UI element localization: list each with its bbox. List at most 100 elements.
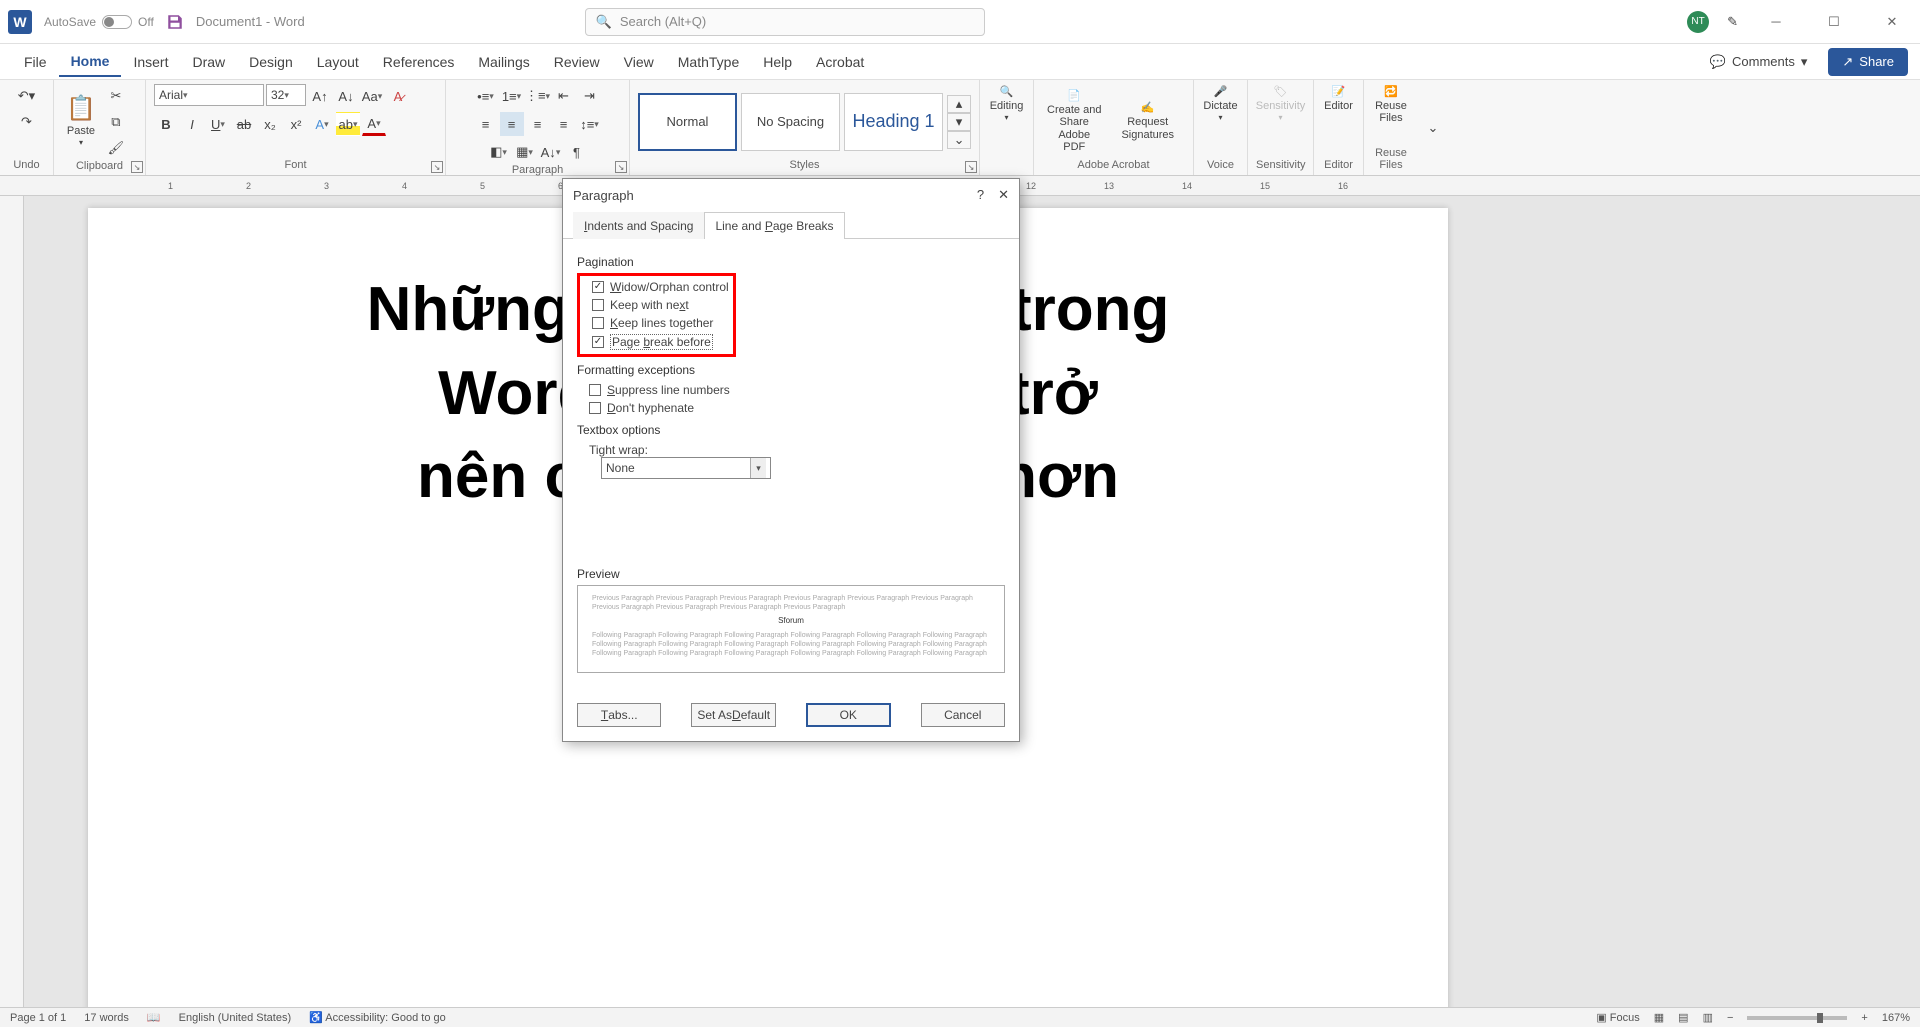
increase-indent-button[interactable]: ⇥ <box>578 84 602 108</box>
share-button[interactable]: ↗ Share <box>1828 48 1908 76</box>
redo-button[interactable]: ↷ <box>15 110 39 134</box>
focus-mode-button[interactable]: ▣ Focus <box>1596 1011 1639 1024</box>
font-launcher[interactable]: ↘ <box>431 161 443 173</box>
tab-mathtype[interactable]: MathType <box>666 48 751 76</box>
copy-button[interactable]: ⧉ <box>104 110 128 134</box>
tab-file[interactable]: File <box>12 48 59 76</box>
tab-mailings[interactable]: Mailings <box>466 48 541 76</box>
dont-hyphenate-checkbox[interactable]: Don't hyphenate <box>577 399 1005 417</box>
subscript-button[interactable]: x₂ <box>258 112 282 136</box>
set-default-button[interactable]: Set As Default <box>691 703 775 727</box>
autosave-toggle[interactable]: AutoSave Off <box>44 15 154 29</box>
tab-home[interactable]: Home <box>59 47 122 77</box>
tab-view[interactable]: View <box>612 48 666 76</box>
style-heading1[interactable]: Heading 1 <box>844 93 943 151</box>
zoom-level[interactable]: 167% <box>1882 1012 1910 1024</box>
toggle-off-icon[interactable] <box>102 15 132 29</box>
dictate-button[interactable]: 🎤 Dictate ▾ <box>1202 84 1239 125</box>
reuse-files-button[interactable]: 🔁 Reuse Files <box>1372 84 1410 126</box>
highlight-button[interactable]: ab <box>336 112 360 136</box>
bold-button[interactable]: B <box>154 112 178 136</box>
grow-font-button[interactable]: A↑ <box>308 84 332 108</box>
styles-scroll-down[interactable]: ▾ <box>947 113 971 131</box>
ribbon-collapse-icon[interactable]: ⌄ <box>1428 120 1439 136</box>
close-button[interactable]: ✕ <box>1872 7 1912 37</box>
style-normal[interactable]: Normal <box>638 93 737 151</box>
text-effects-button[interactable]: A <box>310 112 334 136</box>
tab-indents-spacing[interactable]: Indents and Spacing <box>573 212 704 239</box>
keep-lines-together-checkbox[interactable]: Keep lines together <box>580 314 729 332</box>
search-input[interactable]: 🔍 Search (Alt+Q) <box>585 8 985 36</box>
undo-button[interactable]: ↶▾ <box>15 84 39 108</box>
widow-orphan-checkbox[interactable]: Widow/Orphan control <box>580 278 729 296</box>
keep-with-next-checkbox[interactable]: Keep with next <box>580 296 729 314</box>
checkbox-icon[interactable] <box>589 402 601 414</box>
change-case-button[interactable]: Aa <box>360 84 384 108</box>
page-indicator[interactable]: Page 1 of 1 <box>10 1012 66 1024</box>
tab-line-page-breaks[interactable]: Line and Page Breaks <box>704 212 844 239</box>
paste-button[interactable]: 📋 Paste ▾ <box>62 94 100 149</box>
vertical-ruler[interactable] <box>0 196 24 1007</box>
tab-layout[interactable]: Layout <box>305 48 371 76</box>
shrink-font-button[interactable]: A↓ <box>334 84 358 108</box>
styles-launcher[interactable]: ↘ <box>965 161 977 173</box>
cancel-button[interactable]: Cancel <box>921 703 1005 727</box>
decrease-indent-button[interactable]: ⇤ <box>552 84 576 108</box>
ok-button[interactable]: OK <box>806 703 891 727</box>
editor-button[interactable]: 📝 Editor <box>1322 84 1355 114</box>
maximize-button[interactable]: ☐ <box>1814 7 1854 37</box>
tight-wrap-combo[interactable]: None ▾ <box>601 457 771 479</box>
show-marks-button[interactable]: ¶ <box>565 140 589 164</box>
zoom-out-button[interactable]: − <box>1727 1012 1733 1024</box>
strike-button[interactable]: ab <box>232 112 256 136</box>
multilevel-button[interactable]: ⋮≡ <box>526 84 550 108</box>
line-spacing-button[interactable]: ↕≡ <box>578 112 602 136</box>
style-nospacing[interactable]: No Spacing <box>741 93 840 151</box>
language-indicator[interactable]: English (United States) <box>179 1012 292 1024</box>
user-avatar[interactable]: NT <box>1687 11 1709 33</box>
accessibility-indicator[interactable]: ♿ Accessibility: Good to go <box>309 1011 446 1024</box>
italic-button[interactable]: I <box>180 112 204 136</box>
editing-button[interactable]: 🔍 Editing ▾ <box>988 84 1025 125</box>
comments-button[interactable]: 💬 Comments ▾ <box>1699 49 1819 75</box>
checkbox-icon[interactable] <box>592 299 604 311</box>
create-share-pdf-button[interactable]: 📄 Create and Share Adobe PDF <box>1042 88 1106 154</box>
zoom-slider[interactable] <box>1747 1016 1847 1020</box>
font-name-combo[interactable]: Arial <box>154 84 264 106</box>
tab-review[interactable]: Review <box>542 48 612 76</box>
request-signatures-button[interactable]: ✍ Request Signatures <box>1110 100 1185 142</box>
view-print-layout-button[interactable]: ▦ <box>1654 1011 1664 1024</box>
clipboard-launcher[interactable]: ↘ <box>131 161 143 173</box>
tabs-button[interactable]: Tabs... <box>577 703 661 727</box>
bullets-button[interactable]: •≡ <box>474 84 498 108</box>
font-color-button[interactable]: A <box>362 112 386 136</box>
view-read-mode-button[interactable]: ▤ <box>1678 1011 1688 1024</box>
cut-button[interactable]: ✂ <box>104 84 128 108</box>
dialog-titlebar[interactable]: Paragraph ? ✕ <box>563 179 1019 211</box>
sort-button[interactable]: A↓ <box>539 140 563 164</box>
minimize-button[interactable]: ─ <box>1756 7 1796 37</box>
tab-acrobat[interactable]: Acrobat <box>804 48 876 76</box>
tab-draw[interactable]: Draw <box>180 48 237 76</box>
dialog-close-button[interactable]: ✕ <box>998 187 1009 203</box>
checkbox-checked-icon[interactable] <box>592 336 604 348</box>
font-size-combo[interactable]: 32 <box>266 84 306 106</box>
justify-button[interactable]: ≡ <box>552 112 576 136</box>
save-icon[interactable] <box>166 13 184 31</box>
shading-button[interactable]: ◧ <box>487 140 511 164</box>
superscript-button[interactable]: x² <box>284 112 308 136</box>
underline-button[interactable]: U <box>206 112 230 136</box>
clear-formatting-button[interactable]: A̷ <box>386 84 410 108</box>
tab-insert[interactable]: Insert <box>121 48 180 76</box>
borders-button[interactable]: ▦ <box>513 140 537 164</box>
numbering-button[interactable]: 1≡ <box>500 84 524 108</box>
pen-icon[interactable]: ✎ <box>1727 14 1738 30</box>
styles-more[interactable]: ⌄ <box>947 131 971 149</box>
dialog-help-button[interactable]: ? <box>977 187 984 203</box>
align-center-button[interactable]: ≡ <box>500 112 524 136</box>
spellcheck-icon[interactable]: 📖 <box>147 1011 161 1024</box>
view-web-layout-button[interactable]: ▥ <box>1703 1011 1713 1024</box>
checkbox-checked-icon[interactable] <box>592 281 604 293</box>
styles-scroll-up[interactable]: ▴ <box>947 95 971 113</box>
suppress-line-numbers-checkbox[interactable]: Suppress line numbers <box>577 381 1005 399</box>
